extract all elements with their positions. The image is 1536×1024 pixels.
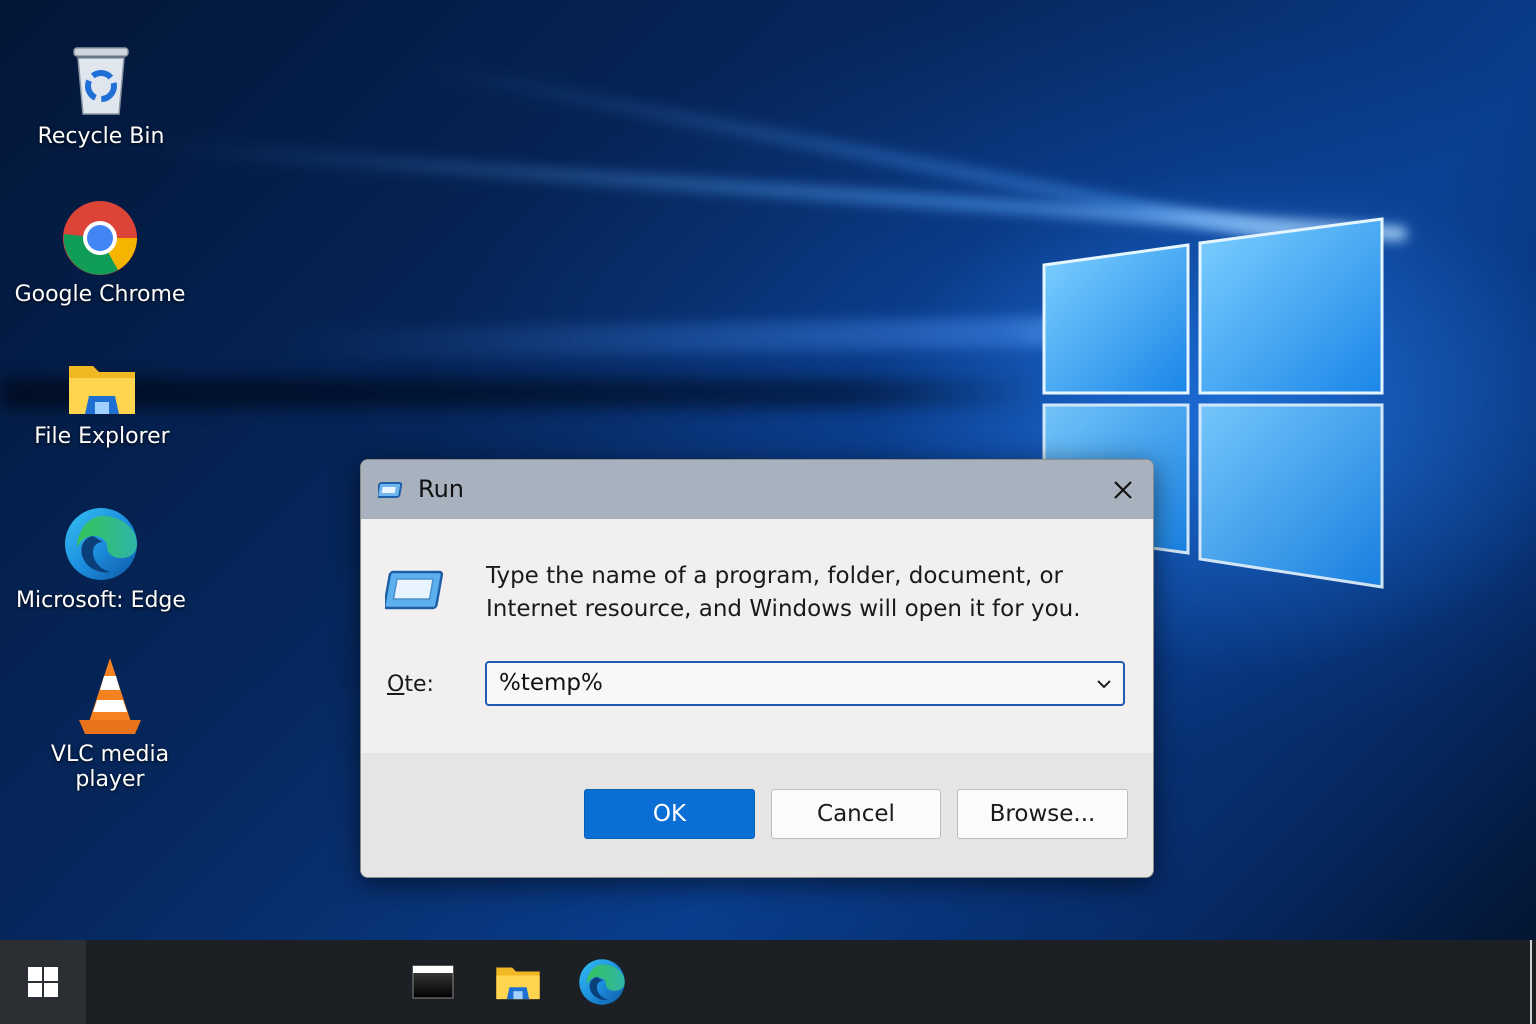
open-label-text: te:	[404, 672, 434, 697]
taskbar-right-edge	[1530, 940, 1532, 1024]
desktop-icon-file-explorer[interactable]: File Explorer	[12, 358, 192, 449]
desktop-icon-label: VLC media player	[50, 742, 170, 792]
folder-icon	[496, 967, 540, 1000]
terminal-window-icon	[412, 965, 454, 999]
edge-icon	[579, 959, 625, 1005]
edge-icon	[65, 508, 137, 580]
windows-start-icon	[28, 967, 58, 997]
folder-icon	[69, 366, 135, 414]
ok-button[interactable]: OK	[584, 789, 755, 839]
browse-button[interactable]: Browse...	[957, 789, 1128, 839]
chrome-icon	[63, 201, 137, 275]
desktop-icon-label: Microsoft: Edge	[16, 588, 186, 613]
recycle-bin-icon	[73, 47, 129, 115]
vlc-cone-icon	[79, 658, 141, 734]
taskbar	[0, 940, 1536, 1024]
taskbar-item-file-explorer[interactable]	[494, 958, 542, 1006]
open-combobox[interactable]: %temp%	[485, 661, 1125, 706]
dialog-footer: OK Cancel Browse...	[361, 753, 1153, 877]
open-input-value[interactable]: %temp%	[499, 670, 603, 696]
open-label: Ote:	[387, 672, 434, 697]
dialog-description: Type the name of a program, folder, docu…	[486, 563, 1081, 622]
run-icon	[378, 482, 403, 498]
dialog-title: Run	[418, 475, 465, 503]
desktop-icon-recycle-bin[interactable]: Recycle Bin	[11, 42, 191, 149]
chevron-down-icon[interactable]	[1095, 675, 1113, 693]
desktop-icon-label: File Explorer	[34, 424, 170, 449]
dialog-titlebar[interactable]: Run	[361, 460, 1153, 519]
cancel-button[interactable]: Cancel	[771, 789, 941, 839]
desktop-icon-label: Recycle Bin	[37, 124, 165, 149]
taskbar-item-terminal[interactable]	[409, 958, 457, 1006]
open-label-mnemonic: O	[387, 672, 405, 697]
taskbar-item-edge[interactable]	[578, 958, 626, 1006]
close-button[interactable]	[1093, 460, 1153, 519]
desktop-icon-microsoft-edge[interactable]: Microsoft: Edge	[11, 506, 191, 613]
desktop-icon-label: Google Chrome	[14, 282, 186, 307]
desktop-icon-google-chrome[interactable]: Google Chrome	[10, 200, 190, 307]
run-dialog: Run Type the name of a program, folder, …	[360, 459, 1154, 878]
start-button[interactable]	[0, 940, 86, 1024]
desktop-icon-vlc[interactable]: VLC media player	[20, 656, 200, 792]
close-icon	[1114, 480, 1132, 499]
run-program-icon	[385, 570, 444, 610]
